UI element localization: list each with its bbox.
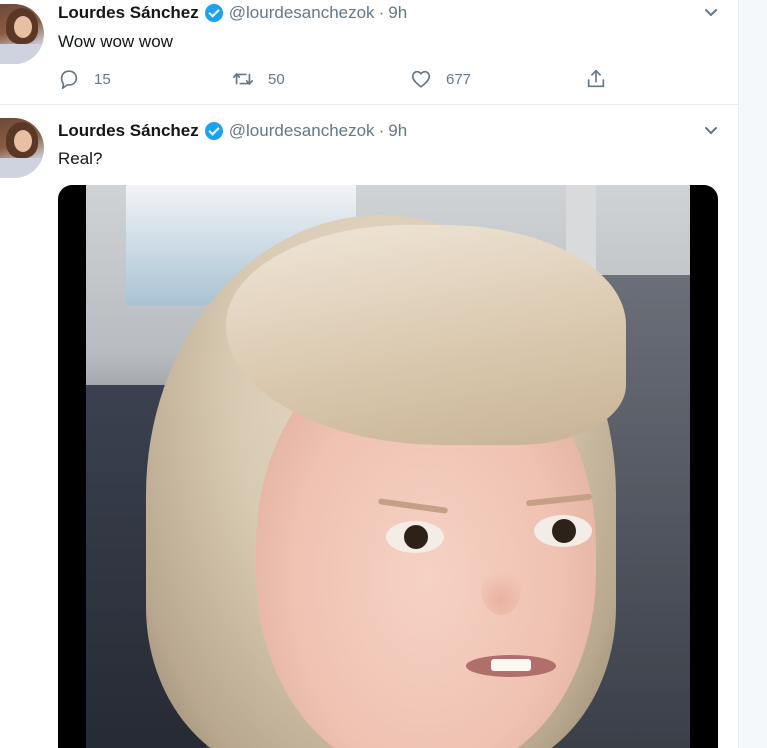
avatar-shirt: [0, 44, 44, 64]
right-gutter: [738, 0, 767, 748]
separator-dot: ·: [378, 3, 385, 22]
avatar[interactable]: [0, 118, 44, 178]
child-nose: [481, 565, 521, 615]
author-name[interactable]: Lourdes Sánchez: [58, 3, 199, 23]
child-eye-right: [534, 515, 592, 547]
child-eye-left: [386, 521, 444, 553]
retweet-count: 50: [268, 70, 285, 88]
like-button[interactable]: 677: [410, 66, 471, 92]
separator-dot: ·: [378, 121, 385, 140]
tweet-video[interactable]: [58, 185, 718, 748]
tweet-time[interactable]: 9h: [388, 3, 407, 23]
author-name[interactable]: Lourdes Sánchez: [58, 121, 199, 141]
avatar-face: [14, 16, 32, 38]
author-handle[interactable]: @lourdesanchezok: [229, 121, 375, 141]
verified-badge-icon: [204, 122, 223, 140]
share-icon: [587, 69, 605, 88]
reply-button[interactable]: 15: [58, 66, 111, 92]
timeline: Lourdes Sánchez @lourdesanchezok · 9h Wo…: [0, 0, 738, 748]
tweet-text: Wow wow wow: [58, 32, 173, 51]
tweet-header: Lourdes Sánchez @lourdesanchezok · 9h: [58, 1, 407, 25]
retweet-button[interactable]: 50: [232, 66, 285, 92]
avatar-shirt: [0, 158, 44, 178]
tweet[interactable]: Lourdes Sánchez @lourdesanchezok · 9h Re…: [0, 105, 738, 748]
chevron-down-icon[interactable]: [704, 124, 718, 138]
tweet-header: Lourdes Sánchez @lourdesanchezok · 9h: [58, 119, 407, 143]
share-button[interactable]: [585, 66, 607, 92]
tweet-text: Real?: [58, 149, 103, 168]
retweet-icon: [233, 73, 253, 85]
avatar[interactable]: [0, 4, 44, 64]
chevron-down-icon[interactable]: [704, 6, 718, 20]
avatar-face: [14, 130, 32, 152]
tweet-time[interactable]: 9h: [388, 121, 407, 141]
reply-icon: [60, 70, 78, 89]
heart-icon: [411, 70, 431, 88]
tweet[interactable]: Lourdes Sánchez @lourdesanchezok · 9h Wo…: [0, 0, 738, 105]
like-count: 677: [446, 70, 472, 88]
author-handle[interactable]: @lourdesanchezok: [229, 3, 375, 23]
reply-count: 15: [94, 70, 111, 88]
child-teeth: [491, 659, 531, 671]
video-frame: [86, 185, 690, 748]
tweet-actions: 15 50 677: [58, 66, 618, 92]
verified-badge-icon: [204, 4, 223, 22]
